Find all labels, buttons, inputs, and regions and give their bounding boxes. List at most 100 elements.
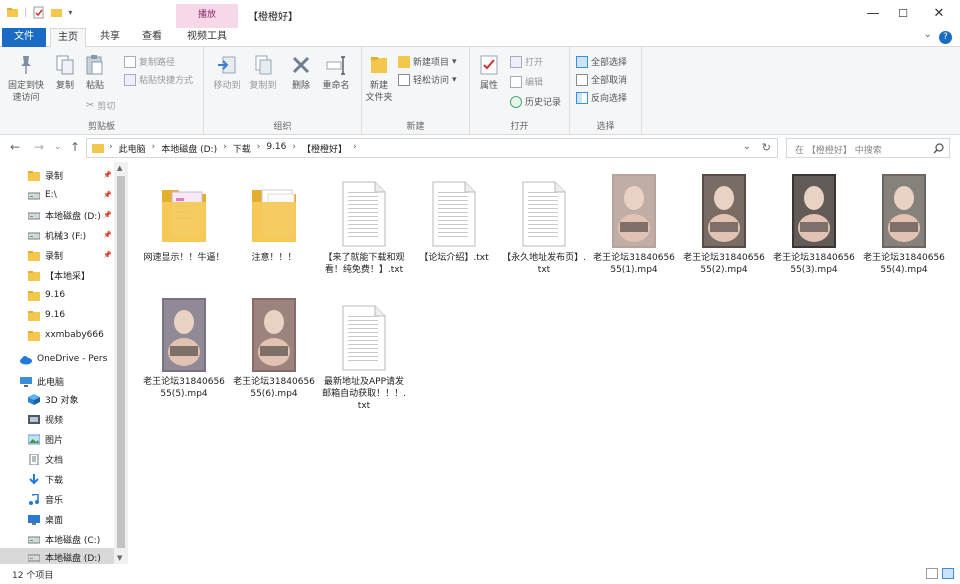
- recent-dropdown-icon[interactable]: ⌄: [54, 142, 62, 152]
- close-button[interactable]: ✕: [922, 4, 956, 24]
- paste-shortcut-button[interactable]: 粘贴快捷方式: [124, 73, 193, 86]
- nav-item[interactable]: 下载: [0, 470, 114, 488]
- nav-item[interactable]: 音乐: [0, 490, 114, 508]
- file-thumbnail-frame: [682, 170, 766, 248]
- nav-item-label: 机械3 (F:): [45, 231, 87, 242]
- file-item[interactable]: 老王论坛3184065655(5).mp4: [142, 294, 226, 400]
- folder-icon: [28, 250, 40, 261]
- details-view-icon[interactable]: [926, 568, 938, 579]
- ribbon-collapse-icon[interactable]: ⌄: [924, 29, 932, 40]
- file-item[interactable]: 最新地址及APP请发邮箱自动获取！！！.txt: [322, 294, 406, 412]
- large-icons-view-icon[interactable]: [942, 568, 954, 579]
- file-item[interactable]: 老王论坛3184065655(4).mp4: [862, 170, 946, 276]
- breadcrumb-drive-d[interactable]: 本地磁盘 (D:): [161, 142, 217, 155]
- breadcrumb-separator: ›: [151, 142, 156, 152]
- file-item[interactable]: 老王论坛3184065655(3).mp4: [772, 170, 856, 276]
- file-name: 老王论坛3184065655(1).mp4: [593, 253, 675, 275]
- breadcrumb-downloads[interactable]: 下载: [233, 142, 251, 155]
- breadcrumb-9-16[interactable]: 9.16: [266, 142, 286, 155]
- minimize-button[interactable]: —: [856, 4, 890, 24]
- nav-scrollbar-thumb[interactable]: [117, 176, 125, 548]
- history-label: 历史记录: [525, 98, 562, 108]
- nav-item-label: xxmbaby666: [45, 330, 104, 340]
- file-item[interactable]: 【论坛介绍】.txt: [412, 170, 496, 264]
- select-all-button[interactable]: 全部选择: [576, 55, 627, 68]
- nav-item[interactable]: 本地磁盘 (D:) 📌: [0, 206, 114, 224]
- pin-icon[interactable]: 📌: [103, 251, 112, 259]
- nav-item[interactable]: 此电脑: [0, 372, 114, 390]
- file-name: 【来了就能下载和观看！纯免费！】.txt: [323, 253, 405, 275]
- nav-item[interactable]: OneDrive - Pers: [0, 350, 114, 368]
- nav-item[interactable]: 图片: [0, 430, 114, 448]
- search-input[interactable]: 在 【橙橙好】 中搜索: [786, 138, 950, 158]
- nav-scrollbar[interactable]: ▲ ▼: [114, 162, 128, 564]
- scroll-down-icon[interactable]: ▼: [117, 554, 122, 562]
- open-button[interactable]: 打开: [510, 55, 543, 68]
- up-icon[interactable]: ↑: [70, 140, 80, 154]
- nav-item[interactable]: 9.16: [0, 306, 114, 324]
- nav-item[interactable]: 视频: [0, 410, 114, 428]
- context-tab-play[interactable]: 播放: [176, 4, 238, 28]
- nav-item[interactable]: 录制 📌: [0, 246, 114, 264]
- rename-button[interactable]: 重命名: [318, 53, 354, 92]
- file-item[interactable]: 【来了就能下载和观看！纯免费！】.txt: [322, 170, 406, 276]
- edit-button[interactable]: 编辑: [510, 75, 543, 88]
- tab-share[interactable]: 共享: [92, 28, 128, 47]
- properties-button[interactable]: 属性: [476, 53, 502, 92]
- nav-item[interactable]: 【本地采】: [0, 266, 114, 284]
- folder-icon[interactable]: [6, 6, 19, 19]
- nav-item[interactable]: 3D 对象: [0, 390, 114, 408]
- tab-home[interactable]: 主页: [50, 28, 86, 48]
- pin-icon[interactable]: 📌: [103, 211, 112, 219]
- move-to-button[interactable]: 移动到: [210, 53, 244, 92]
- address-bar[interactable]: › 此电脑 › 本地磁盘 (D:) › 下载 › 9.16 › 【橙橙好】 › …: [86, 138, 778, 158]
- file-item[interactable]: 老王论坛3184065655(2).mp4: [682, 170, 766, 276]
- pin-icon[interactable]: 📌: [103, 171, 112, 179]
- nav-item-label: 下载: [45, 475, 64, 486]
- invert-selection-button[interactable]: 反向选择: [576, 91, 627, 104]
- properties-icon[interactable]: [32, 6, 45, 19]
- refresh-icon[interactable]: ↻: [762, 141, 771, 154]
- nav-item[interactable]: 机械3 (F:) 📌: [0, 226, 114, 244]
- file-item[interactable]: 老王论坛3184065655(6).mp4: [232, 294, 316, 400]
- pin-icon[interactable]: 📌: [103, 191, 112, 199]
- file-item[interactable]: 老王论坛3184065655(1).mp4: [592, 170, 676, 276]
- tab-video-tools[interactable]: 视频工具: [178, 28, 236, 47]
- nav-item[interactable]: 录制 📌: [0, 166, 114, 184]
- nav-item[interactable]: 文档: [0, 450, 114, 468]
- nav-item[interactable]: 9.16: [0, 286, 114, 304]
- forward-icon[interactable]: →: [34, 140, 44, 154]
- copy-button[interactable]: 复制: [52, 53, 78, 92]
- qat-dropdown-icon[interactable]: ▾: [68, 8, 72, 17]
- cut-button[interactable]: ✂ 剪切: [86, 99, 115, 112]
- scroll-up-icon[interactable]: ▲: [117, 164, 122, 172]
- tab-file[interactable]: 文件: [2, 28, 46, 47]
- delete-button[interactable]: 删除: [286, 53, 316, 92]
- pin-quick-access-button[interactable]: 固定到快 速访问: [4, 53, 48, 104]
- file-item[interactable]: 【永久地址发布页】.txt: [502, 170, 586, 276]
- tab-view[interactable]: 查看: [134, 28, 170, 47]
- delete-label: 删除: [291, 81, 310, 91]
- select-none-button[interactable]: 全部取消: [576, 73, 627, 86]
- maximize-button[interactable]: ☐: [886, 4, 920, 24]
- nav-item[interactable]: 桌面: [0, 510, 114, 528]
- pin-icon[interactable]: 📌: [103, 231, 112, 239]
- paste-button[interactable]: 粘贴: [82, 53, 108, 92]
- nav-item[interactable]: 本地磁盘 (C:): [0, 530, 114, 548]
- new-folder-button[interactable]: 新建 文件夹: [364, 53, 394, 104]
- copy-path-button[interactable]: 复制路径: [124, 55, 175, 68]
- breadcrumb-this-pc[interactable]: 此电脑: [119, 142, 146, 155]
- easy-access-button[interactable]: 轻松访问 ▾: [398, 73, 457, 86]
- file-item[interactable]: 注意！！！: [232, 170, 316, 264]
- address-dropdown-icon[interactable]: ⌄: [743, 141, 751, 152]
- file-item[interactable]: 网速显示！！牛逼！: [142, 170, 226, 264]
- nav-item[interactable]: xxmbaby666: [0, 326, 114, 344]
- nav-item[interactable]: E:\ 📌: [0, 186, 114, 204]
- new-item-button[interactable]: 新建项目 ▾: [398, 55, 457, 68]
- breadcrumb-current[interactable]: 【橙橙好】: [302, 142, 347, 155]
- new-folder-icon[interactable]: [50, 6, 63, 19]
- history-button[interactable]: 历史记录: [510, 95, 561, 108]
- help-icon[interactable]: ?: [939, 31, 952, 44]
- copy-to-button[interactable]: 复制到: [246, 53, 280, 92]
- back-icon[interactable]: ←: [10, 140, 20, 154]
